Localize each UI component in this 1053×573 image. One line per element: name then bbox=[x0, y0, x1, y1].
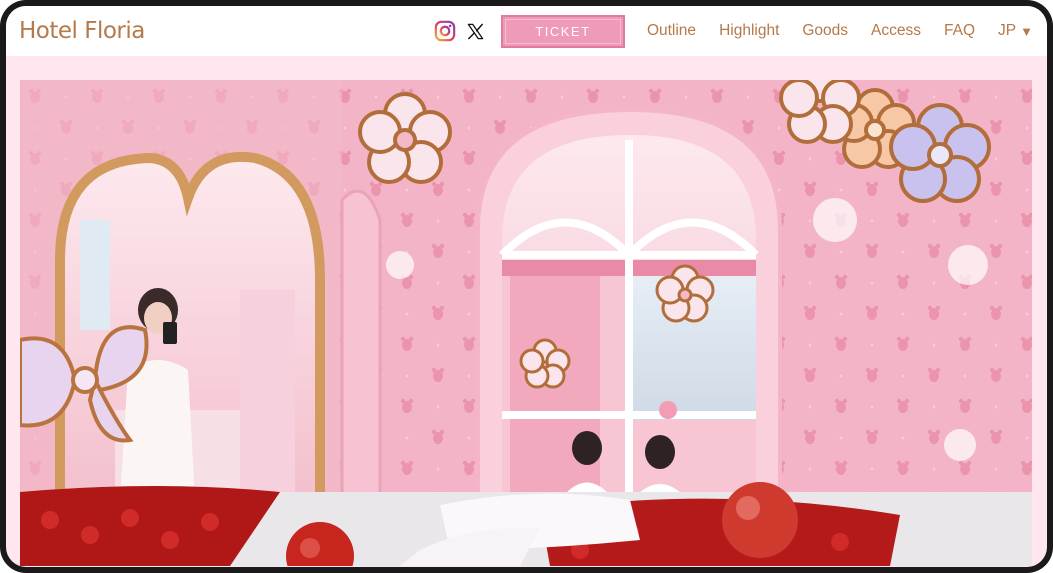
page: Hotel Floria TICKET Outline Highlight Go… bbox=[6, 6, 1047, 567]
social-links bbox=[434, 20, 485, 42]
site-logo[interactable]: Hotel Floria bbox=[19, 18, 145, 44]
nav-access[interactable]: Access bbox=[871, 22, 921, 40]
x-icon[interactable] bbox=[466, 22, 485, 41]
ticket-button[interactable]: TICKET bbox=[500, 14, 625, 48]
device-frame: Hotel Floria TICKET Outline Highlight Go… bbox=[0, 0, 1053, 573]
language-selector[interactable]: JP ▼ bbox=[998, 22, 1033, 40]
nav-outline[interactable]: Outline bbox=[647, 22, 696, 40]
language-label: JP bbox=[998, 22, 1017, 39]
header-right: TICKET Outline Highlight Goods Access FA… bbox=[434, 14, 1033, 48]
nav-goods[interactable]: Goods bbox=[802, 22, 848, 40]
instagram-icon[interactable] bbox=[434, 20, 456, 42]
hero-image bbox=[20, 80, 1032, 566]
nav-highlight[interactable]: Highlight bbox=[719, 22, 779, 40]
triangle-down-icon: ▼ bbox=[1020, 23, 1033, 39]
main-nav: Outline Highlight Goods Access FAQ JP ▼ bbox=[647, 22, 1033, 40]
nav-faq[interactable]: FAQ bbox=[944, 22, 975, 40]
site-header: Hotel Floria TICKET Outline Highlight Go… bbox=[6, 6, 1047, 56]
hero-illustration bbox=[20, 80, 1032, 566]
